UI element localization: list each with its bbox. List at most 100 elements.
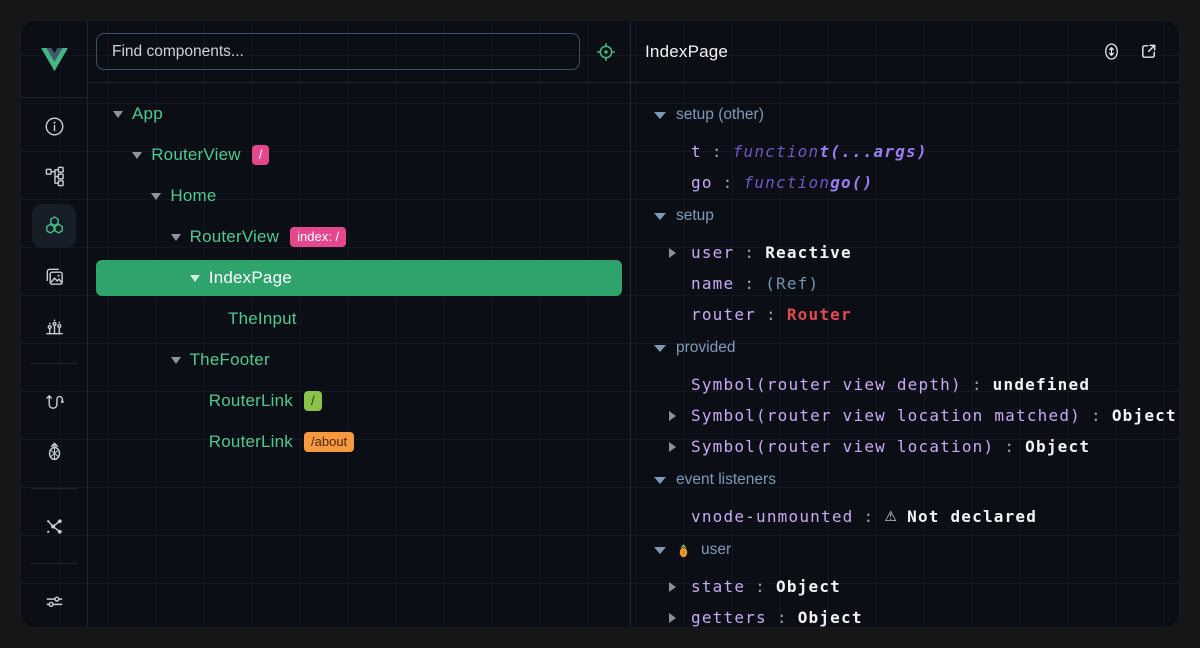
sidebar-item-graph[interactable] [34,506,74,546]
property-value: Router [787,305,852,324]
section-header[interactable]: provided [631,330,1179,366]
property-row: router:Router [631,299,1179,330]
colon: : [745,577,776,596]
assets-icon [43,265,66,288]
collapse-arrow-icon[interactable] [654,547,666,554]
tree-row[interactable]: TheInput [96,301,622,337]
property-key: router [691,305,756,324]
collapse-arrow-icon[interactable] [654,213,666,220]
sidebar-item-pages[interactable] [34,156,74,196]
colon: : [1081,406,1112,425]
collapse-arrow-icon[interactable] [654,345,666,352]
collapse-arrow-icon[interactable] [190,275,200,282]
property-row: t:function t(...args) [631,136,1179,167]
section-header[interactable]: user [631,532,1179,568]
colon: : [962,375,993,394]
expand-arrow-icon[interactable] [669,582,676,592]
property-row[interactable]: getters:Object [631,602,1179,627]
property-key: vnode-unmounted [691,507,854,526]
property-key: getters [691,608,767,627]
section-title: setup [676,207,714,225]
components-icon [43,215,66,238]
tree-row[interactable]: RouterLink/ [96,383,622,419]
collapse-arrow-icon[interactable] [113,111,123,118]
tree-row[interactable]: RouterView/ [96,137,622,173]
property-row[interactable]: Symbol(router view location matched):Obj… [631,400,1179,431]
collapse-arrow-icon[interactable] [654,477,666,484]
expand-arrow-slot [669,582,691,592]
target-icon[interactable] [595,41,617,63]
expand-arrow-icon[interactable] [669,442,676,452]
property-row[interactable]: Symbol(router view location):Object [631,431,1179,462]
property-key: go [691,173,713,192]
property-key: Symbol(router view depth) [691,375,962,394]
search-input[interactable] [96,33,580,70]
sidebar-item-timeline[interactable] [34,306,74,346]
activity-bar [21,21,88,627]
sidebar-item-pinia[interactable] [34,431,74,471]
property-value: Reactive [765,243,852,262]
sidebar-divider [31,363,77,364]
section-title: event listeners [676,471,776,489]
tree-row[interactable]: Home [96,178,622,214]
section-rows: user:Reactivename:(Ref)router:Router [631,237,1179,330]
expand-arrow-icon[interactable] [669,613,676,623]
sidebar-item-router[interactable] [34,381,74,421]
tree-row[interactable]: IndexPage [96,260,622,296]
tree-row-label: RouterLink [209,391,293,411]
property-value: Object [1112,406,1177,425]
component-tree-panel: App RouterView/Home RouterViewindex: / Inde… [88,21,631,627]
collapse-arrow-icon[interactable] [171,357,181,364]
tree-arrow-slot [113,111,132,118]
tree-arrow-slot [132,152,151,159]
collapse-arrow-icon[interactable] [151,193,161,200]
expand-arrow-slot [669,442,691,452]
tree-row[interactable]: TheFooter [96,342,622,378]
expand-arrow-icon[interactable] [669,411,676,421]
section-rows: t:function t(...args)go:function go() [631,136,1179,198]
tree-toolbar [88,21,630,83]
expand-arrow-icon[interactable] [669,248,676,258]
tree-row[interactable]: App [96,96,622,132]
sidebar-item-settings[interactable] [34,581,74,621]
sidebar-item-assets[interactable] [34,256,74,296]
section-rows: vnode-unmounted:⚠Not declared [631,501,1179,532]
property-value: undefined [993,375,1091,394]
sidebar-item-components[interactable] [32,204,76,248]
section-header[interactable]: setup (other) [631,97,1179,133]
property-value: Object [1025,437,1090,456]
property-key: Symbol(router view location matched) [691,406,1081,425]
tree-row-label: App [132,104,163,124]
section-header[interactable]: event listeners [631,462,1179,498]
tree-row-label: RouterView [190,227,280,247]
property-row[interactable]: state:Object [631,571,1179,602]
property-value: (Ref) [765,274,819,293]
property-row[interactable]: user:Reactive [631,237,1179,268]
tree-arrow-slot [171,357,190,364]
devtools-window: App RouterView/Home RouterViewindex: / Inde… [20,20,1180,628]
tree-row[interactable]: RouterViewindex: / [96,219,622,255]
collapse-arrow-icon[interactable] [171,234,181,241]
inspector-title: IndexPage [645,42,1085,62]
tree-arrow-slot [190,275,209,282]
property-row: name:(Ref) [631,268,1179,299]
section-title: user [701,541,731,559]
property-key: name [691,274,734,293]
colon: : [713,173,744,192]
router-icon [43,390,66,413]
tree-row-label: RouterLink [209,432,293,452]
open-in-editor-icon[interactable] [1138,41,1159,62]
inspector-sections: setup (other) t:function t(...args) go: fun… [631,83,1179,627]
pinia-icon [43,440,66,463]
sidebar-item-overview[interactable] [34,106,74,146]
inspector-header: IndexPage [631,21,1179,83]
tree-row-label: TheFooter [190,350,270,370]
vue-logo-icon [41,48,68,71]
property-value: function [733,142,820,161]
collapse-arrow-icon[interactable] [132,152,142,159]
section-header[interactable]: setup [631,198,1179,234]
section-title: setup (other) [676,106,764,124]
scroll-to-component-icon[interactable] [1101,41,1122,62]
tree-row[interactable]: RouterLink/about [96,424,622,460]
collapse-arrow-icon[interactable] [654,112,666,119]
